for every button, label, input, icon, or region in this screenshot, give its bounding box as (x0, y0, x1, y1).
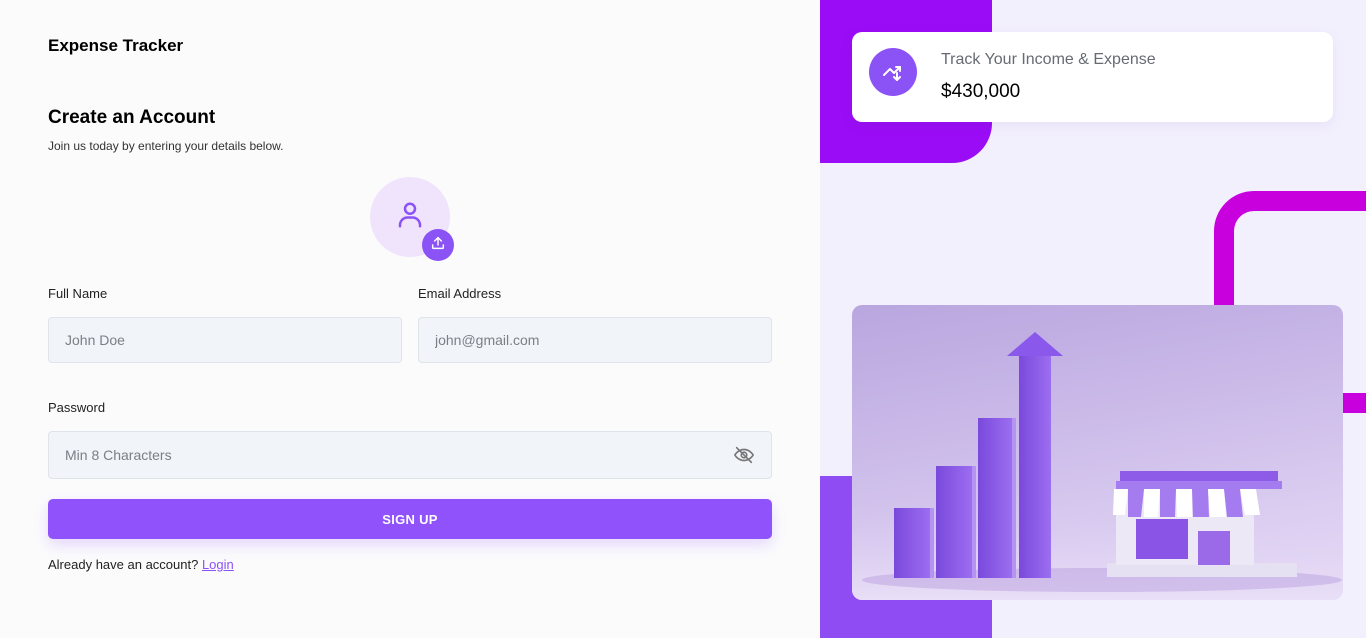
signup-panel: Expense Tracker Create an Account Join u… (0, 0, 820, 638)
password-input[interactable] (48, 431, 772, 479)
stat-card-label: Track Your Income & Expense (941, 51, 1156, 68)
login-link[interactable]: Login (202, 557, 234, 572)
signup-button[interactable]: SIGN UP (48, 499, 772, 539)
email-label: Email Address (418, 286, 502, 301)
trending-up-icon (869, 48, 917, 96)
growth-illustration (852, 305, 1343, 600)
login-prompt-text: Already have an account? (48, 557, 199, 572)
email-input[interactable] (418, 317, 772, 363)
login-prompt: Already have an account? Login (48, 557, 234, 572)
user-icon (395, 200, 425, 235)
page-subtitle: Join us today by entering your details b… (48, 139, 284, 153)
full-name-input[interactable] (48, 317, 402, 363)
full-name-label: Full Name (48, 286, 108, 301)
password-label: Password (48, 400, 106, 415)
eye-off-icon[interactable] (732, 444, 756, 466)
stat-card-value: $430,000 (941, 81, 1021, 102)
promo-panel: Track Your Income & Expense $430,000 (820, 0, 1366, 638)
upload-photo-button[interactable] (422, 229, 454, 261)
upload-icon (430, 235, 446, 256)
stat-card: Track Your Income & Expense $430,000 (852, 32, 1333, 122)
page-title: Create an Account (48, 107, 216, 128)
app-title: Expense Tracker (48, 36, 184, 55)
bar-chart-graphic (894, 332, 1063, 578)
